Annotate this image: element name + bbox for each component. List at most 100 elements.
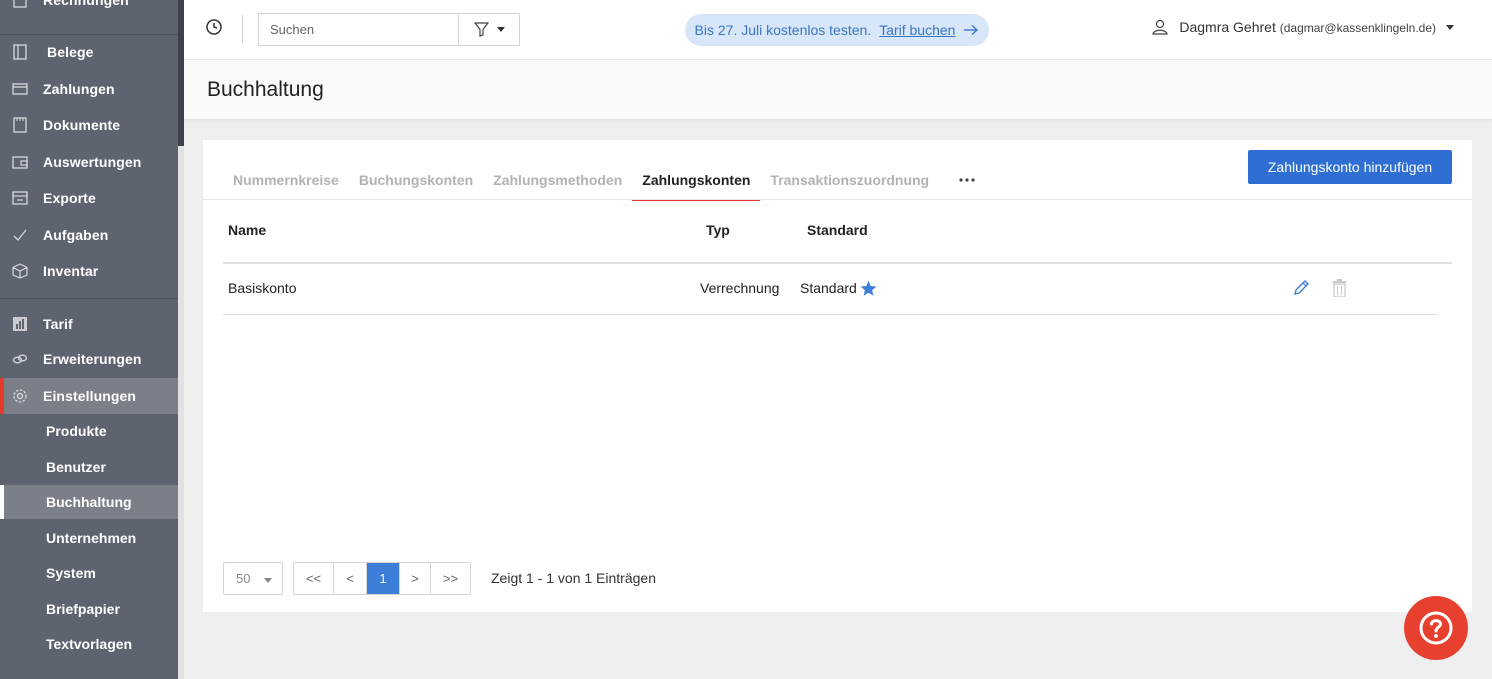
subitem-label: Produkte: [46, 423, 107, 439]
star-icon: [860, 280, 877, 296]
last-page-button[interactable]: >>: [431, 563, 470, 594]
chevron-down-icon: [1446, 24, 1454, 30]
receipt-icon: [11, 43, 29, 61]
arrow-right-icon: [964, 24, 979, 36]
sidebar-subitem-textvorlagen[interactable]: Textvorlagen: [0, 627, 178, 661]
sidebar-item-label: Inventar: [43, 263, 99, 279]
column-header-name[interactable]: Name: [228, 222, 266, 238]
page-title: Buchhaltung: [207, 78, 324, 101]
sidebar-divider: [0, 298, 178, 299]
sidebar-item-exporte[interactable]: Exporte: [0, 188, 178, 208]
subitem-label: Unternehmen: [46, 530, 137, 546]
column-header-standard[interactable]: Standard: [807, 222, 868, 238]
sidebar-item-label: Dokumente: [43, 117, 121, 133]
first-page-button[interactable]: <<: [294, 563, 334, 594]
sidebar-item-zahlungen[interactable]: Zahlungen: [0, 79, 178, 99]
sidebar-item-label: Rechnungen: [43, 0, 129, 8]
tab-zahlungsmethoden[interactable]: Zahlungsmethoden: [483, 160, 632, 200]
current-page-button[interactable]: 1: [367, 563, 400, 594]
sidebar-item-label: Auswertungen: [43, 154, 142, 170]
next-page-button[interactable]: >: [400, 563, 431, 594]
sidebar-item-rechnungen[interactable]: Rechnungen: [0, 0, 178, 10]
invoice-icon: [11, 0, 29, 9]
sidebar-item-label: Exporte: [43, 190, 96, 206]
topbar-divider: [242, 15, 243, 43]
search-input[interactable]: Suchen: [258, 13, 459, 46]
sidebar-item-einstellungen[interactable]: Einstellungen: [0, 378, 178, 414]
prev-page-button[interactable]: <: [334, 563, 367, 594]
box-icon: [11, 262, 29, 280]
gear-icon: [11, 387, 29, 405]
chevron-down-icon: [264, 578, 272, 583]
user-name: Dagmra Gehret (dagmar@kassenklingeln.de): [1179, 19, 1436, 35]
sidebar-item-label: Einstellungen: [43, 388, 137, 404]
edit-icon[interactable]: [1292, 279, 1310, 297]
check-icon: [11, 226, 29, 244]
add-payment-account-button[interactable]: Zahlungskonto hinzufügen: [1248, 150, 1452, 184]
sidebar-subitem-system[interactable]: System: [0, 556, 178, 590]
sidebar-item-label: Tarif: [43, 316, 73, 332]
subitem-label: Briefpapier: [46, 601, 120, 617]
more-horizontal-icon: [959, 178, 975, 182]
user-email: (dagmar@kassenklingeln.de): [1279, 21, 1436, 35]
user-menu[interactable]: Dagmra Gehret (dagmar@kassenklingeln.de): [1151, 18, 1454, 36]
trial-banner: Bis 27. Juli kostenlos testen. Tarif buc…: [685, 14, 989, 46]
trial-text: Bis 27. Juli kostenlos testen.: [694, 22, 872, 38]
topbar: Suchen Bis 27. Juli kostenlos testen. Ta…: [184, 0, 1492, 60]
tab-transaktionszuordnung[interactable]: Transaktionszuordnung: [760, 160, 939, 200]
sidebar-item-auswertungen[interactable]: Auswertungen: [0, 152, 178, 172]
page-header: Buchhaltung: [184, 60, 1492, 120]
sidebar-subitem-unternehmen[interactable]: Unternehmen: [0, 521, 178, 555]
pagination-info: Zeigt 1 - 1 von 1 Einträgen: [491, 570, 656, 586]
sidebar-subitem-benutzer[interactable]: Benutzer: [0, 450, 178, 484]
sidebar-item-label: Erweiterungen: [43, 351, 142, 367]
cell-name: Basiskonto: [228, 280, 297, 296]
sidebar-item-inventar[interactable]: Inventar: [0, 261, 178, 281]
subitem-label: Benutzer: [46, 459, 106, 475]
content-card: Nummernkreise Buchungskonten Zahlungsmet…: [203, 140, 1472, 612]
column-header-type[interactable]: Typ: [706, 222, 730, 238]
search-placeholder: Suchen: [270, 22, 315, 37]
sidebar-item-tarif[interactable]: Tarif: [0, 314, 178, 334]
filter-button[interactable]: [458, 13, 520, 46]
help-button[interactable]: [1404, 596, 1468, 660]
cell-type: Verrechnung: [700, 280, 780, 296]
tabs-divider: [203, 199, 1472, 200]
link-icon: [11, 350, 29, 368]
more-tabs-button[interactable]: [939, 160, 995, 200]
subitem-label: System: [46, 565, 96, 581]
sidebar-item-label: Aufgaben: [43, 227, 109, 243]
sidebar-item-aufgaben[interactable]: Aufgaben: [0, 225, 178, 245]
credit-card-icon: [11, 80, 29, 98]
document-icon: [11, 116, 29, 134]
active-indicator: [0, 378, 4, 414]
table-header-divider: [223, 262, 1452, 264]
page-size-value: 50: [236, 571, 251, 586]
pagination: << < 1 > >>: [293, 562, 471, 595]
trial-link[interactable]: Tarif buchen: [879, 22, 955, 38]
sidebar-subitem-produkte[interactable]: Produkte: [0, 414, 178, 448]
tab-buchungskonten[interactable]: Buchungskonten: [349, 160, 483, 200]
sidebar: Rechnungen Belege Zahlungen Dokumente Au…: [0, 0, 178, 679]
cell-standard: Standard: [800, 280, 857, 296]
sidebar-item-erweiterungen[interactable]: Erweiterungen: [0, 349, 178, 369]
filter-icon: [473, 22, 489, 37]
sidebar-subitem-briefpapier[interactable]: Briefpapier: [0, 592, 178, 626]
chevron-down-icon: [496, 27, 505, 32]
trash-icon[interactable]: [1332, 279, 1347, 297]
user-icon: [1152, 19, 1169, 35]
bar-chart-icon: [11, 315, 29, 333]
page-size-select[interactable]: 50: [223, 562, 283, 595]
tab-bar: Nummernkreise Buchungskonten Zahlungsmet…: [223, 160, 995, 201]
help-icon: [1419, 611, 1453, 645]
sidebar-subitem-buchhaltung[interactable]: Buchhaltung: [0, 485, 178, 519]
tab-zahlungskonten[interactable]: Zahlungskonten: [632, 160, 761, 201]
subitem-label: Buchhaltung: [46, 494, 132, 510]
tab-nummernkreise[interactable]: Nummernkreise: [223, 160, 349, 200]
sidebar-item-dokumente[interactable]: Dokumente: [0, 115, 178, 135]
export-icon: [11, 189, 29, 207]
history-icon[interactable]: [205, 18, 223, 36]
sidebar-divider: [0, 34, 178, 35]
sidebar-item-belege[interactable]: Belege: [0, 42, 178, 62]
subitem-label: Textvorlagen: [46, 636, 133, 652]
